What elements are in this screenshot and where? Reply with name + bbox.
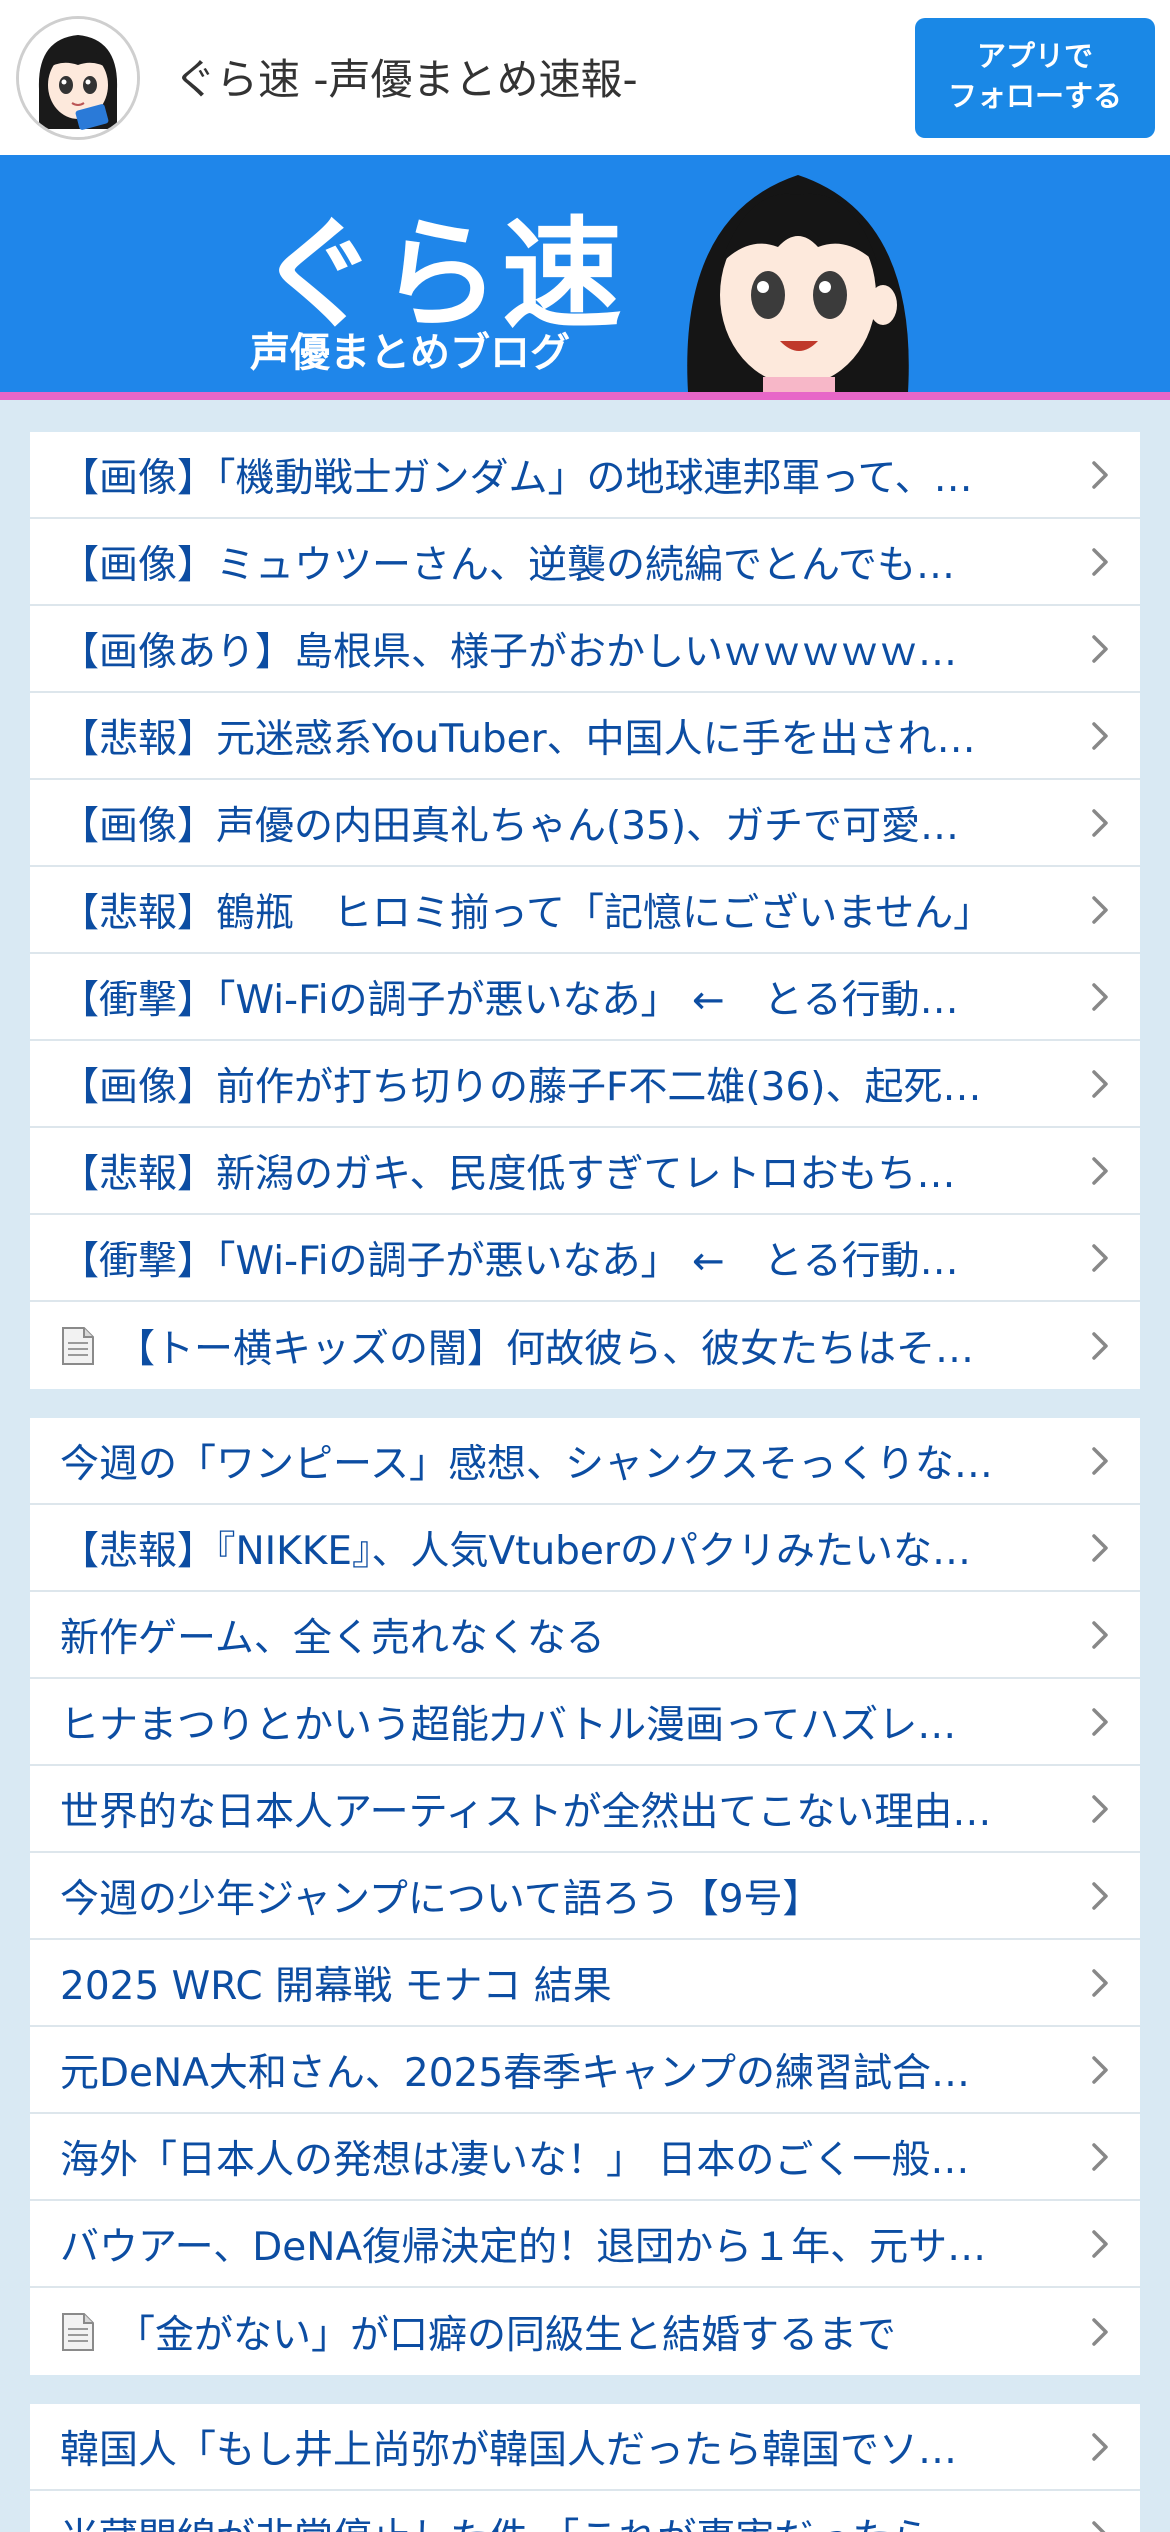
site-title: ぐら速 -声優まとめ速報-	[174, 55, 638, 104]
article-title: 米蔵開線が非常停止した件 「これが事実だったら…	[60, 2507, 1060, 2532]
article-list-item[interactable]: 2025 WRC 開幕戦 モナコ 結果	[30, 1940, 1140, 2027]
banner-accent-line	[0, 392, 1170, 400]
avatar-illustration	[19, 19, 137, 137]
article-list-item[interactable]: 【悲報】『NIKKE』、人気Vtuberのパクリみたいな…	[30, 1505, 1140, 1592]
article-list-item[interactable]: 元DeNA大和さん、2025春季キャンプの練習試合…	[30, 2027, 1140, 2114]
chevron-right-icon	[1092, 547, 1108, 576]
chevron-right-icon	[1092, 634, 1108, 663]
article-title: 今週の少年ジャンプについて語ろう【9号】	[60, 1876, 822, 1922]
article-list-item[interactable]: 【衝撃】「Wi-Fiの調子が悪いなあ」 ← とる行動…	[30, 1215, 1140, 1302]
chevron-right-icon	[1092, 808, 1108, 837]
article-title: 【衝撃】「Wi-Fiの調子が悪いなあ」 ← とる行動…	[60, 1238, 959, 1284]
article-title: 【悲報】元迷惑系YouTuber、中国人に手を出され…	[60, 716, 976, 762]
article-title: 【衝撃】「Wi-Fiの調子が悪いなあ」 ← とる行動…	[60, 977, 959, 1023]
article-list-item[interactable]: 「金がない」が口癖の同級生と結婚するまで	[30, 2288, 1140, 2375]
document-icon	[62, 1326, 94, 1365]
article-title: 【悲報】鶴瓶 ヒロミ揃って「記憶にございません」	[60, 890, 993, 936]
chevron-right-icon	[1092, 460, 1108, 489]
article-list-item[interactable]: 【トー横キッズの闇】何故彼ら、彼女たちはそ…	[30, 1302, 1140, 1389]
banner-subtitle: 声優まとめブログ	[250, 330, 570, 376]
article-list-item[interactable]: バウアー、DeNA復帰決定的！退団から１年、元サ…	[30, 2201, 1140, 2288]
article-list-item[interactable]: 世界的な日本人アーティストが全然出てこない理由…	[30, 1766, 1140, 1853]
chevron-right-icon	[1092, 1069, 1108, 1098]
article-list-item[interactable]: 【画像】「機動戦士ガンダム」の地球連邦軍って、…	[30, 432, 1140, 519]
chevron-right-icon	[1092, 2520, 1106, 2532]
article-list-item[interactable]: ヒナまつりとかいう超能力バトル漫画ってハズレ…	[30, 1679, 1140, 1766]
article-list-item[interactable]: 【画像】前作が打ち切りの藤子F不二雄(36)、起死…	[30, 1041, 1140, 1128]
article-list-item[interactable]: 【画像】声優の内田真礼ちゃん(35)、ガチで可愛…	[30, 780, 1140, 867]
article-list-item[interactable]: 今週の少年ジャンプについて語ろう【9号】	[30, 1853, 1140, 1940]
article-list-item[interactable]: 今週の「ワンピース」感想、シャンクスそっくりな…	[30, 1418, 1140, 1505]
article-title: 【トー横キッズの闇】何故彼ら、彼女たちはそ…	[116, 1326, 975, 1372]
chevron-right-icon	[1092, 2142, 1108, 2171]
article-title: 【悲報】『NIKKE』、人気Vtuberのパクリみたいな…	[60, 1528, 971, 1574]
app-header: ぐら速 -声優まとめ速報- アプリで フォローする	[0, 0, 1170, 155]
article-list-item[interactable]: 新作ゲーム、全く売れなくなる	[30, 1592, 1140, 1679]
chevron-right-icon	[1092, 1794, 1108, 1823]
article-list-item[interactable]: 【悲報】元迷惑系YouTuber、中国人に手を出され…	[30, 693, 1140, 780]
article-list-item[interactable]: 海外「日本人の発想は凄いな！」 日本のごく一般…	[30, 2114, 1140, 2201]
article-title: 【画像】前作が打ち切りの藤子F不二雄(36)、起死…	[60, 1064, 982, 1110]
chevron-right-icon	[1092, 1446, 1108, 1475]
article-title: 2025 WRC 開幕戦 モナコ 結果	[60, 1963, 612, 2009]
article-list-item[interactable]: 【衝撃】「Wi-Fiの調子が悪いなあ」 ← とる行動…	[30, 954, 1140, 1041]
article-title: バウアー、DeNA復帰決定的！退団から１年、元サ…	[60, 2224, 987, 2270]
chevron-right-icon	[1092, 1968, 1108, 1997]
chevron-right-icon	[1092, 2055, 1108, 2084]
article-list-item[interactable]: 【画像あり】島根県、様子がおかしいｗｗｗｗｗ…	[30, 606, 1140, 693]
article-title: 韓国人「もし井上尚弥が韓国人だったら韓国でソ…	[60, 2427, 958, 2473]
follow-button-line1: アプリで	[976, 39, 1093, 73]
site-avatar[interactable]	[16, 16, 140, 140]
chevron-right-icon	[1092, 721, 1108, 750]
chevron-right-icon	[1092, 1533, 1108, 1562]
article-title: 【画像】声優の内田真礼ちゃん(35)、ガチで可愛…	[60, 803, 960, 849]
banner-character-illustration	[687, 175, 909, 392]
chevron-right-icon	[1092, 1707, 1108, 1736]
article-title: ヒナまつりとかいう超能力バトル漫画ってハズレ…	[60, 1702, 957, 1748]
site-banner[interactable]: ぐら速 声優まとめブログ	[0, 155, 1170, 392]
article-title: 【画像あり】島根県、様子がおかしいｗｗｗｗｗ…	[60, 629, 958, 675]
chevron-right-icon	[1092, 2229, 1108, 2258]
chevron-right-icon	[1092, 1156, 1108, 1185]
article-title: 元DeNA大和さん、2025春季キャンプの練習試合…	[60, 2050, 970, 2096]
article-list-3: 韓国人「もし井上尚弥が韓国人だったら韓国でソ… 米蔵開線が非常停止した件 「これが…	[30, 2404, 1140, 2532]
article-title: 「金がない」が口癖の同級生と結婚するまで	[116, 2312, 897, 2358]
follow-button-line2: フォローする	[947, 79, 1122, 113]
chevron-right-icon	[1092, 1331, 1108, 1360]
chevron-right-icon	[1092, 982, 1108, 1011]
article-list-2: 今週の「ワンピース」感想、シャンクスそっくりな… 【悲報】『NIKKE』、人気Vt…	[30, 1418, 1140, 2375]
article-title: 【悲報】新潟のガキ、民度低すぎてレトロおもち…	[60, 1151, 956, 1197]
article-list-item[interactable]: 韓国人「もし井上尚弥が韓国人だったら韓国でソ…	[30, 2404, 1140, 2491]
chevron-right-icon	[1092, 2432, 1108, 2461]
article-title: 【画像】「機動戦士ガンダム」の地球連邦軍って、…	[60, 455, 973, 501]
article-list-item[interactable]: 【画像】ミュウツーさん、逆襲の続編でとんでも…	[30, 519, 1140, 606]
chevron-right-icon	[1092, 1620, 1108, 1649]
article-title: 海外「日本人の発想は凄いな！」 日本のごく一般…	[60, 2137, 970, 2183]
article-list-item[interactable]: 米蔵開線が非常停止した件 「これが事実だったら…	[30, 2491, 1140, 2532]
document-icon	[62, 2312, 94, 2351]
chevron-right-icon	[1092, 1243, 1108, 1272]
article-list-item[interactable]: 【悲報】新潟のガキ、民度低すぎてレトロおもち…	[30, 1128, 1140, 1215]
article-title: 今週の「ワンピース」感想、シャンクスそっくりな…	[60, 1441, 993, 1487]
article-title: 【画像】ミュウツーさん、逆襲の続編でとんでも…	[60, 542, 956, 588]
chevron-right-icon	[1092, 1881, 1108, 1910]
article-list-1: 【画像】「機動戦士ガンダム」の地球連邦軍って、… 【画像】ミュウツーさん、逆襲の続…	[30, 432, 1140, 1389]
chevron-right-icon	[1092, 895, 1108, 924]
article-title: 新作ゲーム、全く売れなくなる	[60, 1615, 605, 1661]
article-list-item[interactable]: 【悲報】鶴瓶 ヒロミ揃って「記憶にございません」	[30, 867, 1140, 954]
article-title: 世界的な日本人アーティストが全然出てこない理由…	[60, 1789, 992, 1835]
chevron-right-icon	[1092, 2317, 1108, 2346]
follow-in-app-button[interactable]: アプリで フォローする	[915, 18, 1155, 138]
